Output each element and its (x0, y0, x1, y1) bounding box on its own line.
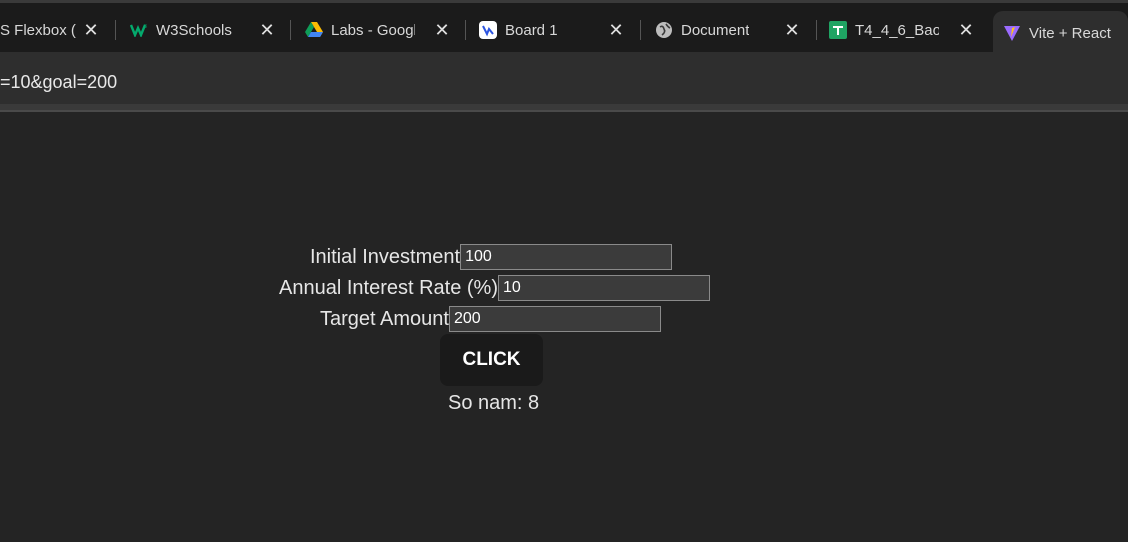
tab-title: S Flexbox ( (0, 21, 76, 39)
close-icon[interactable]: ✕ (431, 19, 453, 41)
target-input[interactable] (448, 306, 661, 332)
toolbar-divider (0, 110, 1128, 112)
tab-flexbox[interactable]: S Flexbox ( ✕ (0, 11, 102, 49)
tab-title: Vite + React (1029, 24, 1111, 42)
result-text: So nam: 8 (448, 392, 540, 414)
tab-title: Board 1 (505, 21, 558, 39)
google-sheets-icon (829, 21, 847, 39)
target-label: Target Amount (320, 307, 449, 330)
tab-labs-google[interactable]: Labs - Googl ✕ (305, 11, 453, 49)
address-bar[interactable]: =10&goal=200 (0, 52, 1128, 104)
target-row: Target Amount (320, 306, 661, 332)
tab-document[interactable]: Document ✕ (655, 11, 803, 49)
svg-text:3: 3 (144, 24, 147, 30)
tab-board[interactable]: Board 1 ✕ (479, 11, 627, 49)
close-icon[interactable]: ✕ (781, 19, 803, 41)
rate-row: Annual Interest Rate (%) (279, 275, 710, 301)
click-button[interactable]: CLICK (440, 334, 543, 386)
tab-title: T4_4_6_BaoH (855, 21, 939, 39)
w3schools-icon: 3 (130, 21, 148, 39)
close-icon[interactable]: ✕ (955, 19, 977, 41)
tab-w3schools[interactable]: 3 W3Schools Tr ✕ (130, 11, 278, 49)
tab-separator (465, 20, 466, 40)
tab-bar: S Flexbox ( ✕ 3 W3Schools Tr ✕ Labs - Go… (0, 0, 1128, 55)
tab-separator (290, 20, 291, 40)
vite-icon (1003, 24, 1021, 42)
close-icon[interactable]: ✕ (605, 19, 627, 41)
url-text[interactable]: =10&goal=200 (0, 72, 117, 93)
rate-input[interactable] (498, 275, 710, 301)
tab-separator (115, 20, 116, 40)
google-drive-icon (305, 21, 323, 39)
close-icon[interactable]: ✕ (256, 19, 278, 41)
investment-input[interactable] (460, 244, 673, 270)
tab-vite-react[interactable]: Vite + React (993, 11, 1128, 55)
investment-label: Initial Investment (310, 245, 461, 268)
tab-sheet[interactable]: T4_4_6_BaoH ✕ (829, 11, 977, 49)
tab-separator (640, 20, 641, 40)
tab-separator (816, 20, 817, 40)
close-icon[interactable]: ✕ (80, 19, 102, 41)
rate-label: Annual Interest Rate (%) (279, 276, 498, 299)
globe-icon (655, 21, 673, 39)
investment-row: Initial Investment (310, 244, 673, 270)
tab-title: W3Schools Tr (156, 21, 236, 39)
tab-title: Document (681, 21, 750, 39)
miro-icon (479, 21, 497, 39)
tab-title: Labs - Googl (331, 21, 415, 39)
